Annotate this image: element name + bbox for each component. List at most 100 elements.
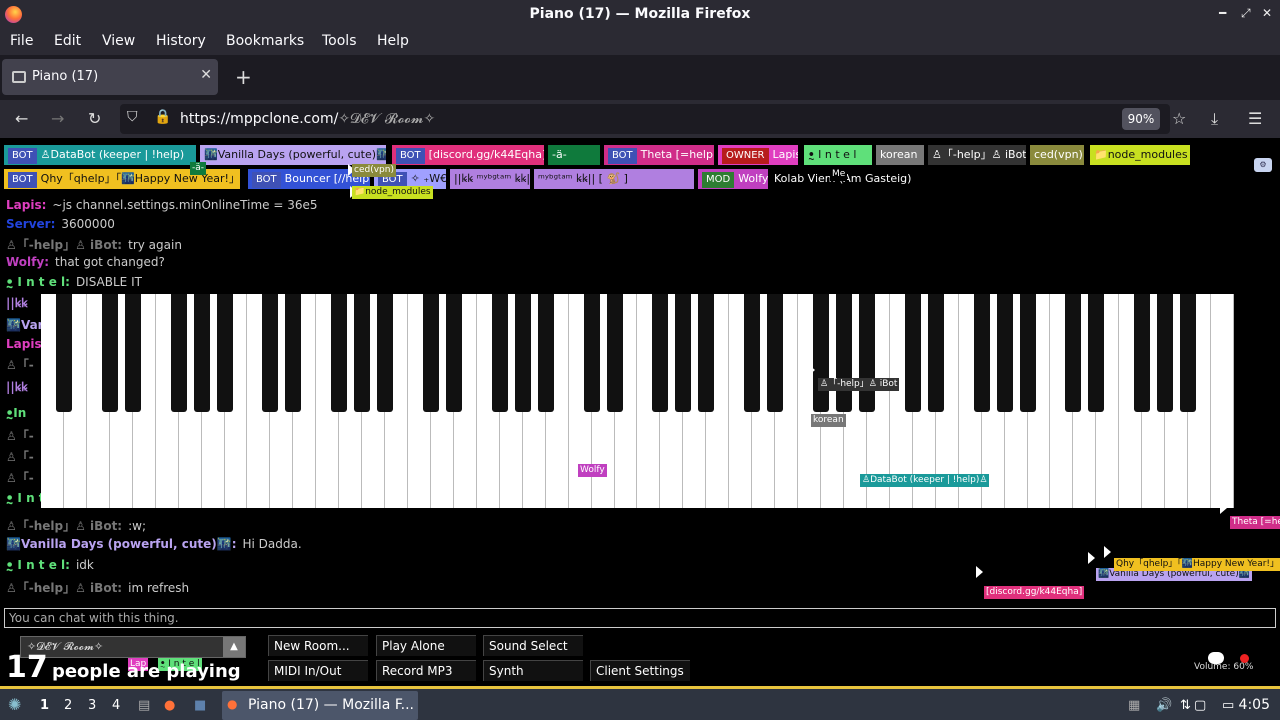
terminal-icon[interactable]: ■ <box>194 698 206 713</box>
user-row2-6[interactable]: Kolab Viem (Am Gasteig) <box>770 169 930 189</box>
black-key[interactable] <box>767 294 784 412</box>
midi-button[interactable]: MIDI In/Out <box>268 660 368 681</box>
notes-icon[interactable]: ▢ <box>1194 698 1206 713</box>
black-key[interactable] <box>514 294 531 412</box>
downloads-icon[interactable]: ⤓ <box>1211 109 1218 129</box>
shield-icon[interactable]: ⛉ <box>127 109 138 125</box>
menu-history[interactable]: History <box>156 33 206 49</box>
black-key[interactable] <box>216 294 233 412</box>
forward-icon[interactable]: → <box>51 109 64 128</box>
black-key[interactable] <box>1088 294 1105 412</box>
black-key[interactable] <box>445 294 462 412</box>
black-key[interactable] <box>331 294 348 412</box>
black-key[interactable] <box>170 294 187 412</box>
black-key[interactable] <box>813 294 830 412</box>
firefox-launcher-icon[interactable]: ● <box>164 698 175 713</box>
black-key[interactable] <box>927 294 944 412</box>
black-key[interactable] <box>193 294 210 412</box>
user-row1-0[interactable]: BOT ♙DataBot (keeper | !help) <box>4 145 196 165</box>
files-icon[interactable]: ▤ <box>138 698 150 713</box>
black-key[interactable] <box>491 294 508 412</box>
piano-keyboard[interactable] <box>41 294 1234 508</box>
black-key[interactable] <box>1180 294 1197 412</box>
new-room-button[interactable]: New Room... <box>268 635 368 656</box>
tab-close-icon[interactable]: ✕ <box>200 67 212 83</box>
workspace-1[interactable]: 1 <box>40 698 49 713</box>
black-key[interactable] <box>904 294 921 412</box>
black-key[interactable] <box>423 294 440 412</box>
user-row1-9[interactable]: ced(vpn) <box>1030 145 1084 165</box>
user-row1-7[interactable]: korean <box>876 145 924 165</box>
menu-help[interactable]: Help <box>377 33 409 49</box>
workspace-3[interactable]: 3 <box>88 698 96 713</box>
user-row1-6[interactable]: ꔸ I n t e l <box>804 145 872 165</box>
clipboard-icon[interactable]: ▦ <box>1128 698 1140 713</box>
user-row1-10[interactable]: 📁node_modules <box>1090 145 1190 165</box>
black-key[interactable] <box>973 294 990 412</box>
menu-bookmarks[interactable]: Bookmarks <box>226 33 304 49</box>
black-key[interactable] <box>262 294 279 412</box>
back-icon[interactable]: ← <box>15 109 28 128</box>
url-text[interactable]: https://mppclone.com/✧𝓓𝓔𝓥 𝓡𝓸𝓸𝓶✧ <box>180 111 435 127</box>
settings-icon[interactable]: ⚙ <box>1254 158 1272 172</box>
user-row1-4[interactable]: BOT Theta [=help] <box>604 145 714 165</box>
black-key[interactable] <box>606 294 623 412</box>
zoom-level-button[interactable]: 90% <box>1122 108 1160 130</box>
black-key[interactable] <box>652 294 669 412</box>
black-key[interactable] <box>996 294 1013 412</box>
new-tab-icon[interactable]: + <box>235 65 252 89</box>
black-key[interactable] <box>675 294 692 412</box>
workspace-4[interactable]: 4 <box>112 698 120 713</box>
minimize-icon[interactable]: ━ <box>1219 6 1226 20</box>
user-row2-4[interactable]: ᵐʸᵇᵍᵗᵃᵐ ꝃꝃ|| [ 🐒 ] <box>534 169 694 189</box>
menu-edit[interactable]: Edit <box>54 33 81 49</box>
black-key[interactable] <box>537 294 554 412</box>
record-mp3-button[interactable]: Record MP3 <box>376 660 476 681</box>
black-key[interactable] <box>1019 294 1036 412</box>
maximize-icon[interactable]: ⤢ <box>1241 6 1251 21</box>
display-icon[interactable]: ▭ <box>1222 698 1234 713</box>
black-key[interactable] <box>1065 294 1082 412</box>
user-row2-5[interactable]: MOD Wolfy <box>698 169 768 189</box>
black-key[interactable] <box>1134 294 1151 412</box>
user-row2-3[interactable]: ||ꝃꝃ ᵐʸᵇᵍᵗᵃᵐ ꝃꝃ|| <box>450 169 530 189</box>
user-row1-3[interactable]: -ä- <box>548 145 600 165</box>
chat-input[interactable]: You can chat with this thing. <box>4 608 1276 628</box>
user-row1-5[interactable]: OWNERLapis <box>718 145 798 165</box>
black-key[interactable] <box>1157 294 1174 412</box>
chat-message: ♙「- <box>6 448 40 465</box>
close-icon[interactable]: ✕ <box>1262 6 1272 20</box>
bookmark-star-icon[interactable]: ☆ <box>1172 109 1186 128</box>
speaker-icon[interactable]: 🔊 <box>1156 698 1172 713</box>
client-settings-button[interactable]: Client Settings <box>590 660 690 681</box>
black-key[interactable] <box>583 294 600 412</box>
hamburger-menu-icon[interactable]: ☰ <box>1248 109 1262 128</box>
workspace-2[interactable]: 2 <box>64 698 72 713</box>
black-key[interactable] <box>101 294 118 412</box>
user-row1-1[interactable]: 🌃Vanilla Days (powerful, cute)🌃 <box>200 145 386 165</box>
black-key[interactable] <box>744 294 761 412</box>
black-key[interactable] <box>835 294 852 412</box>
black-key[interactable] <box>285 294 302 412</box>
synth-button[interactable]: Synth <box>483 660 583 681</box>
white-key[interactable] <box>1211 294 1234 508</box>
reload-icon[interactable]: ↻ <box>88 109 101 128</box>
black-key[interactable] <box>698 294 715 412</box>
sound-select-button[interactable]: Sound Select <box>483 635 583 656</box>
black-key[interactable] <box>858 294 875 412</box>
tab-piano[interactable]: Piano (17) ✕ <box>2 59 218 95</box>
menu-file[interactable]: File <box>10 33 33 49</box>
black-key[interactable] <box>377 294 394 412</box>
taskbar-firefox-window[interactable]: ● Piano (17) — Mozilla F... <box>222 691 418 720</box>
black-key[interactable] <box>354 294 371 412</box>
start-menu-icon[interactable]: ✺ <box>8 695 21 714</box>
menu-tools[interactable]: Tools <box>322 33 357 49</box>
lock-icon[interactable]: 🔒 <box>154 109 171 125</box>
menu-view[interactable]: View <box>102 33 135 49</box>
network-icon[interactable]: ⇅ <box>1180 698 1191 713</box>
play-alone-button[interactable]: Play Alone <box>376 635 476 656</box>
user-row1-2[interactable]: BOT [discord.gg/k44Eqha] <box>392 145 544 165</box>
user-row1-8[interactable]: ♙「-help」♙ iBot <box>928 145 1026 165</box>
black-key[interactable] <box>55 294 72 412</box>
black-key[interactable] <box>124 294 141 412</box>
